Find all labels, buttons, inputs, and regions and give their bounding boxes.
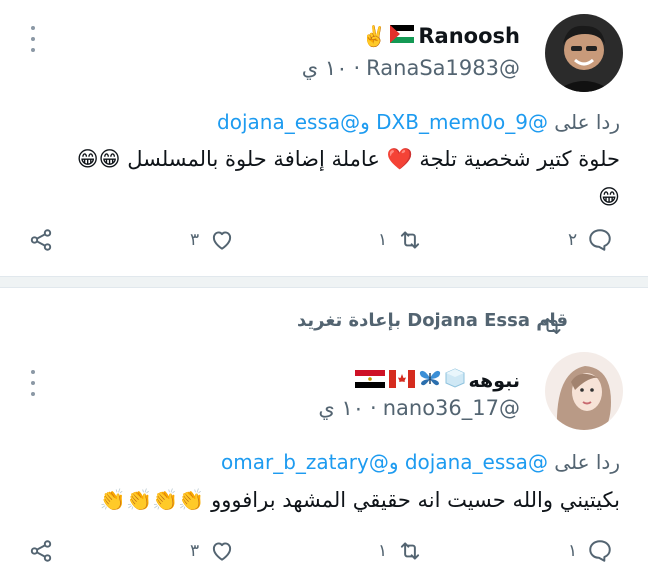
tweet-time[interactable]: ١٠ ي (302, 56, 348, 80)
share-button[interactable] (28, 538, 54, 564)
canada-flag-icon (388, 369, 415, 393)
retweet-count: ١ (378, 541, 388, 561)
share-icon (30, 229, 52, 251)
retweet-button[interactable]: ١ (378, 227, 423, 253)
avatar[interactable] (545, 352, 623, 430)
reply-button[interactable]: ١ (568, 538, 613, 564)
tweet-actions: ٢ ١ ٣ (0, 227, 648, 261)
reply-prefix: ردا على (554, 450, 620, 474)
timeline-divider (0, 276, 648, 288)
ice-cube-icon (445, 368, 465, 393)
user-name-row[interactable]: Ranoosh ✌️ (361, 24, 520, 48)
dot-separator: · (353, 56, 361, 80)
tweet-text-line: بكيتيني والله حسيت انه حقيقي المشهد براف… (99, 488, 620, 512)
victory-hand-icon: ✌️ (361, 24, 387, 48)
heart-icon (213, 542, 232, 561)
user-handle[interactable]: @RanaSa1983 (366, 56, 520, 80)
like-count: ٣ (190, 230, 200, 250)
reply-mention-link[interactable]: @dojana_essa (217, 110, 360, 134)
tweet-text: بكيتيني والله حسيت انه حقيقي المشهد براف… (20, 481, 620, 519)
tweet-time[interactable]: ١٠ ي (318, 396, 364, 420)
egypt-flag-icon (354, 369, 385, 393)
user-name-row[interactable]: نبوهه (354, 368, 521, 393)
display-name[interactable]: نبوهه (469, 370, 521, 392)
share-button[interactable] (28, 227, 54, 253)
tweet-text: حلوة كتير شخصية تلجة ❤️ عاملة إضافة حلوة… (20, 140, 620, 216)
reply-icon (589, 540, 611, 562)
retweet-icon (401, 542, 420, 560)
like-button[interactable]: ٣ (190, 227, 235, 253)
like-count: ٣ (190, 541, 200, 561)
reply-mention-link[interactable]: @DXB_mem0o_9 (376, 110, 548, 134)
dot-separator: · (370, 396, 377, 420)
butterfly-icon (419, 368, 441, 393)
reply-joiner: و (360, 110, 370, 134)
handle-row: @nano36_17 · ١٠ ي (318, 396, 520, 420)
reply-context: ردا على @DXB_mem0o_9 و@dojana_essa (217, 110, 620, 134)
retweeted-by-text[interactable]: قام Dojana Essa بإعادة تغريد (297, 310, 568, 331)
tweet-card[interactable]: قام Dojana Essa بإعادة تغريد نبوهه @nano… (0, 288, 648, 578)
tweet-text-line: حلوة كتير شخصية تلجة ❤️ عاملة إضافة حلوة… (76, 147, 620, 171)
retweet-icon (401, 231, 420, 249)
avatar[interactable] (545, 14, 623, 92)
reply-count: ١ (568, 541, 578, 561)
reply-context: ردا على @dojana_essa و@omar_b_zatary (221, 450, 620, 474)
reply-button[interactable]: ٢ (568, 227, 613, 253)
reply-icon (589, 229, 611, 251)
reply-mention-link[interactable]: @dojana_essa (405, 450, 548, 474)
tweet-text-line: 😁 (598, 185, 620, 209)
reply-count: ٢ (568, 230, 578, 250)
reply-joiner: و (388, 450, 399, 474)
reply-prefix: ردا على (554, 110, 620, 134)
tweet-actions: ١ ١ ٣ (0, 538, 648, 572)
handle-row: @RanaSa1983 · ١٠ ي (302, 56, 520, 80)
like-button[interactable]: ٣ (190, 538, 235, 564)
user-handle[interactable]: @nano36_17 (383, 396, 520, 420)
heart-icon (213, 231, 232, 250)
retweet-count: ١ (378, 230, 388, 250)
retweet-context[interactable]: قام Dojana Essa بإعادة تغريد (297, 310, 568, 331)
more-dots-icon[interactable] (29, 26, 37, 52)
reply-mention-link[interactable]: @omar_b_zatary (221, 450, 389, 474)
palestine-flag-icon (390, 24, 415, 48)
share-icon (30, 540, 52, 562)
tweet-card[interactable]: Ranoosh ✌️ @RanaSa1983 · ١٠ ي ردا على @D… (0, 0, 648, 276)
retweet-context-icon (540, 314, 564, 342)
more-dots-icon[interactable] (29, 370, 37, 396)
display-name[interactable]: Ranoosh (418, 24, 520, 48)
retweet-button[interactable]: ١ (378, 538, 423, 564)
